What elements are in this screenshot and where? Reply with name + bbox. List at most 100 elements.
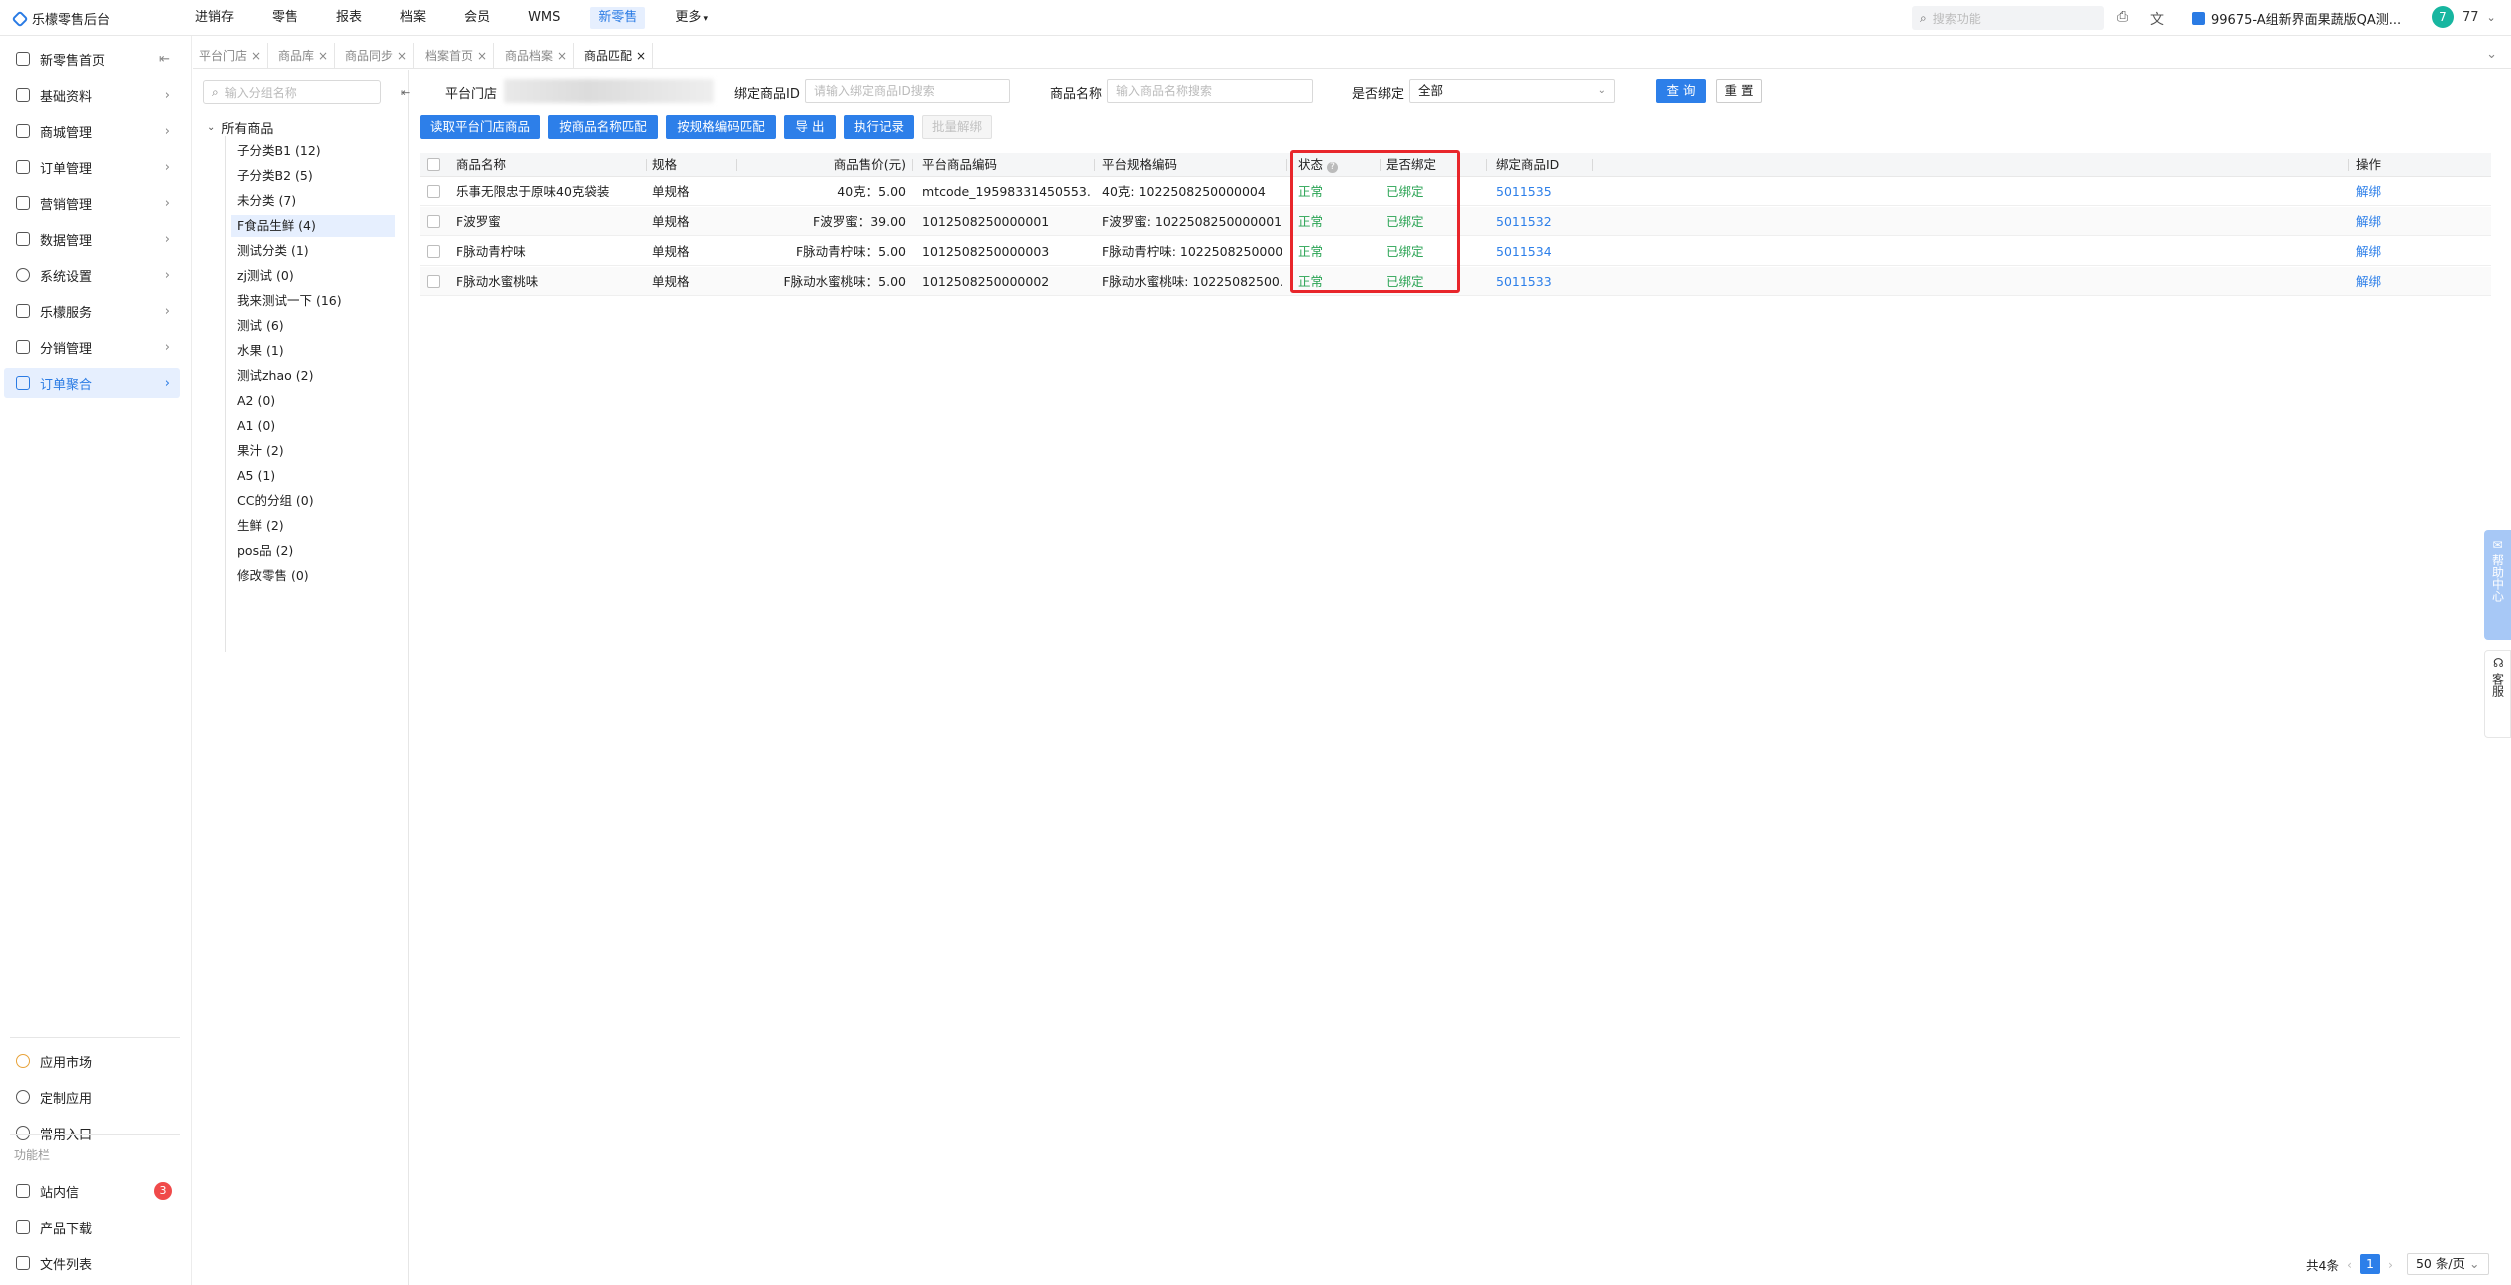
export-button[interactable]: 导 出 xyxy=(784,115,836,139)
topnav-item-wms[interactable]: WMS xyxy=(520,7,568,29)
name-filter-label: 商品名称 xyxy=(1050,87,1103,102)
match-by-spec-code-button[interactable]: 按规格编码匹配 xyxy=(666,115,776,139)
group-search-input[interactable]: ⌕ 输入分组名称 xyxy=(203,80,381,104)
reset-button[interactable]: 重 置 xyxy=(1716,79,1762,103)
tab-archive-home[interactable]: 档案首页 × xyxy=(419,43,495,69)
tree-node[interactable]: 测试分类 (1) xyxy=(231,240,395,262)
row-checkbox[interactable] xyxy=(427,245,440,258)
execution-log-button[interactable]: 执行记录 xyxy=(844,115,914,139)
topnav-item-more[interactable]: 更多 ▾ xyxy=(667,7,716,29)
row-checkbox[interactable] xyxy=(427,185,440,198)
chevron-down-icon[interactable]: ⌄ xyxy=(2486,47,2497,62)
org-switcher[interactable]: 99675-A组新界面果蔬版QA测... xyxy=(2192,9,2401,28)
sidebar-item-service[interactable]: 乐檬服务 › xyxy=(4,296,180,326)
sidebar-item-app-market[interactable]: 应用市场 xyxy=(4,1046,180,1076)
sidebar-item-basic-data[interactable]: 基础资料 › xyxy=(4,80,180,110)
printer-icon[interactable]: ⎙ xyxy=(2117,9,2128,25)
tree-root[interactable]: ⌄ 所有商品 xyxy=(207,118,273,137)
close-icon[interactable]: × xyxy=(397,49,407,63)
sidebar-item-data[interactable]: 数据管理 › xyxy=(4,224,180,254)
cell-bind-id-link[interactable]: 5011535 xyxy=(1496,177,1552,206)
tree-node[interactable]: 修改零售 (0) xyxy=(231,565,395,587)
sidebar-item-settings[interactable]: 系统设置 › xyxy=(4,260,180,290)
tree-node[interactable]: 水果 (1) xyxy=(231,340,395,362)
cell-bind-id-link[interactable]: 5011532 xyxy=(1496,207,1552,236)
bound-select[interactable]: 全部 ⌄ xyxy=(1409,79,1615,103)
unbind-link[interactable]: 解绑 xyxy=(2356,207,2381,236)
close-icon[interactable]: × xyxy=(477,49,487,63)
sidebar-item-custom-app[interactable]: 定制应用 xyxy=(4,1082,180,1112)
topnav-item-reports[interactable]: 报表 xyxy=(328,7,370,29)
page-size-value: 50 条/页 xyxy=(2415,1256,2466,1271)
translate-icon[interactable]: 文 xyxy=(2150,9,2164,29)
page-number-current[interactable]: 1 xyxy=(2359,1254,2380,1274)
bind-id-input[interactable]: 请输入绑定商品ID搜索 xyxy=(805,79,1010,103)
tree-root-label: 所有商品 xyxy=(221,122,274,137)
tab-product-library[interactable]: 商品库 × xyxy=(272,43,336,69)
tree-node-active[interactable]: F食品生鲜 (4) xyxy=(231,215,395,237)
query-button[interactable]: 查 询 xyxy=(1656,79,1706,103)
topnav-item-retail[interactable]: 零售 xyxy=(264,7,306,29)
function-search-input[interactable]: ⌕ 搜索功能 xyxy=(1912,6,2104,30)
read-platform-products-button[interactable]: 读取平台门店商品 xyxy=(420,115,540,139)
tree-node[interactable]: 测试zhao (2) xyxy=(231,365,395,387)
tree-node[interactable]: 未分类 (7) xyxy=(231,190,395,212)
close-icon[interactable]: × xyxy=(318,49,328,63)
user-menu[interactable]: 7 77 ⌄ xyxy=(2432,6,2496,28)
prev-page-icon[interactable]: ‹ xyxy=(2347,1257,2352,1272)
tab-platform-store[interactable]: 平台门店 × xyxy=(193,43,269,69)
tree-node[interactable]: 子分类B2 (5) xyxy=(231,165,395,187)
help-center-button[interactable]: ✉ 帮助中心 xyxy=(2484,530,2511,640)
sidebar-item-marketing[interactable]: 营销管理 › xyxy=(4,188,180,218)
store-select[interactable] xyxy=(504,79,714,103)
tab-product-sync[interactable]: 商品同步 × xyxy=(339,43,415,69)
sidebar-item-download[interactable]: 产品下载 xyxy=(4,1212,180,1242)
collapse-sidebar-icon[interactable]: ⇤ xyxy=(159,52,170,67)
sidebar-item-order-aggregation[interactable]: 订单聚合 › xyxy=(4,368,180,398)
tree-node[interactable]: 我来测试一下 (16) xyxy=(231,290,395,312)
tab-product-match[interactable]: 商品匹配 × xyxy=(578,43,654,69)
cell-bind-id-link[interactable]: 5011534 xyxy=(1496,237,1552,266)
close-icon[interactable]: × xyxy=(557,49,567,63)
select-all-checkbox[interactable] xyxy=(427,158,440,171)
tree-node[interactable]: A2 (0) xyxy=(231,390,395,412)
topnav-item-inventory[interactable]: 进销存 xyxy=(187,7,242,29)
tree-node[interactable]: CC的分组 (0) xyxy=(231,490,395,512)
next-page-icon[interactable]: › xyxy=(2388,1257,2393,1272)
customer-service-button[interactable]: ☊ 客服 xyxy=(2484,650,2511,738)
topnav-item-new-retail[interactable]: 新零售 xyxy=(590,7,646,29)
tree-node[interactable]: 子分类B1 (12) xyxy=(231,140,395,162)
unbind-link[interactable]: 解绑 xyxy=(2356,267,2381,296)
sidebar-item-new-retail-home[interactable]: 新零售首页 ⇤ xyxy=(4,44,180,74)
batch-unbind-button[interactable]: 批量解绑 xyxy=(922,115,992,139)
heart-icon xyxy=(16,1126,30,1140)
tree-node[interactable]: A5 (1) xyxy=(231,465,395,487)
sidebar-item-messages[interactable]: 站内信 3 xyxy=(4,1176,180,1206)
sidebar-item-orders[interactable]: 订单管理 › xyxy=(4,152,180,182)
unbind-link[interactable]: 解绑 xyxy=(2356,177,2381,206)
topnav-item-archive[interactable]: 档案 xyxy=(392,7,434,29)
sidebar-item-mall[interactable]: 商城管理 › xyxy=(4,116,180,146)
sidebar-item-favorites[interactable]: 常用入口 xyxy=(4,1118,180,1148)
close-icon[interactable]: × xyxy=(251,49,261,63)
row-checkbox[interactable] xyxy=(427,275,440,288)
app-logo[interactable]: 乐檬零售后台 xyxy=(11,9,110,28)
close-icon[interactable]: × xyxy=(636,49,646,63)
sidebar-item-distribution[interactable]: 分销管理 › xyxy=(4,332,180,362)
row-checkbox[interactable] xyxy=(427,215,440,228)
cell-bind-id-link[interactable]: 5011533 xyxy=(1496,267,1552,296)
page-size-select[interactable]: 50 条/页 ⌄ xyxy=(2406,1253,2489,1275)
sidebar-item-file-list[interactable]: 文件列表 xyxy=(4,1248,180,1278)
tree-node[interactable]: 果汁 (2) xyxy=(231,440,395,462)
match-by-name-button[interactable]: 按商品名称匹配 xyxy=(548,115,658,139)
topnav-item-member[interactable]: 会员 xyxy=(456,7,498,29)
tree-node[interactable]: A1 (0) xyxy=(231,415,395,437)
product-name-input[interactable]: 输入商品名称搜索 xyxy=(1107,79,1313,103)
collapse-tree-icon[interactable]: ⇤ xyxy=(401,86,410,99)
tree-node[interactable]: zj测试 (0) xyxy=(231,265,395,287)
tree-node[interactable]: pos品 (2) xyxy=(231,540,395,562)
tab-product-archive[interactable]: 商品档案 × xyxy=(499,43,575,69)
tree-node[interactable]: 测试 (6) xyxy=(231,315,395,337)
unbind-link[interactable]: 解绑 xyxy=(2356,237,2381,266)
tree-node[interactable]: 生鲜 (2) xyxy=(231,515,395,537)
